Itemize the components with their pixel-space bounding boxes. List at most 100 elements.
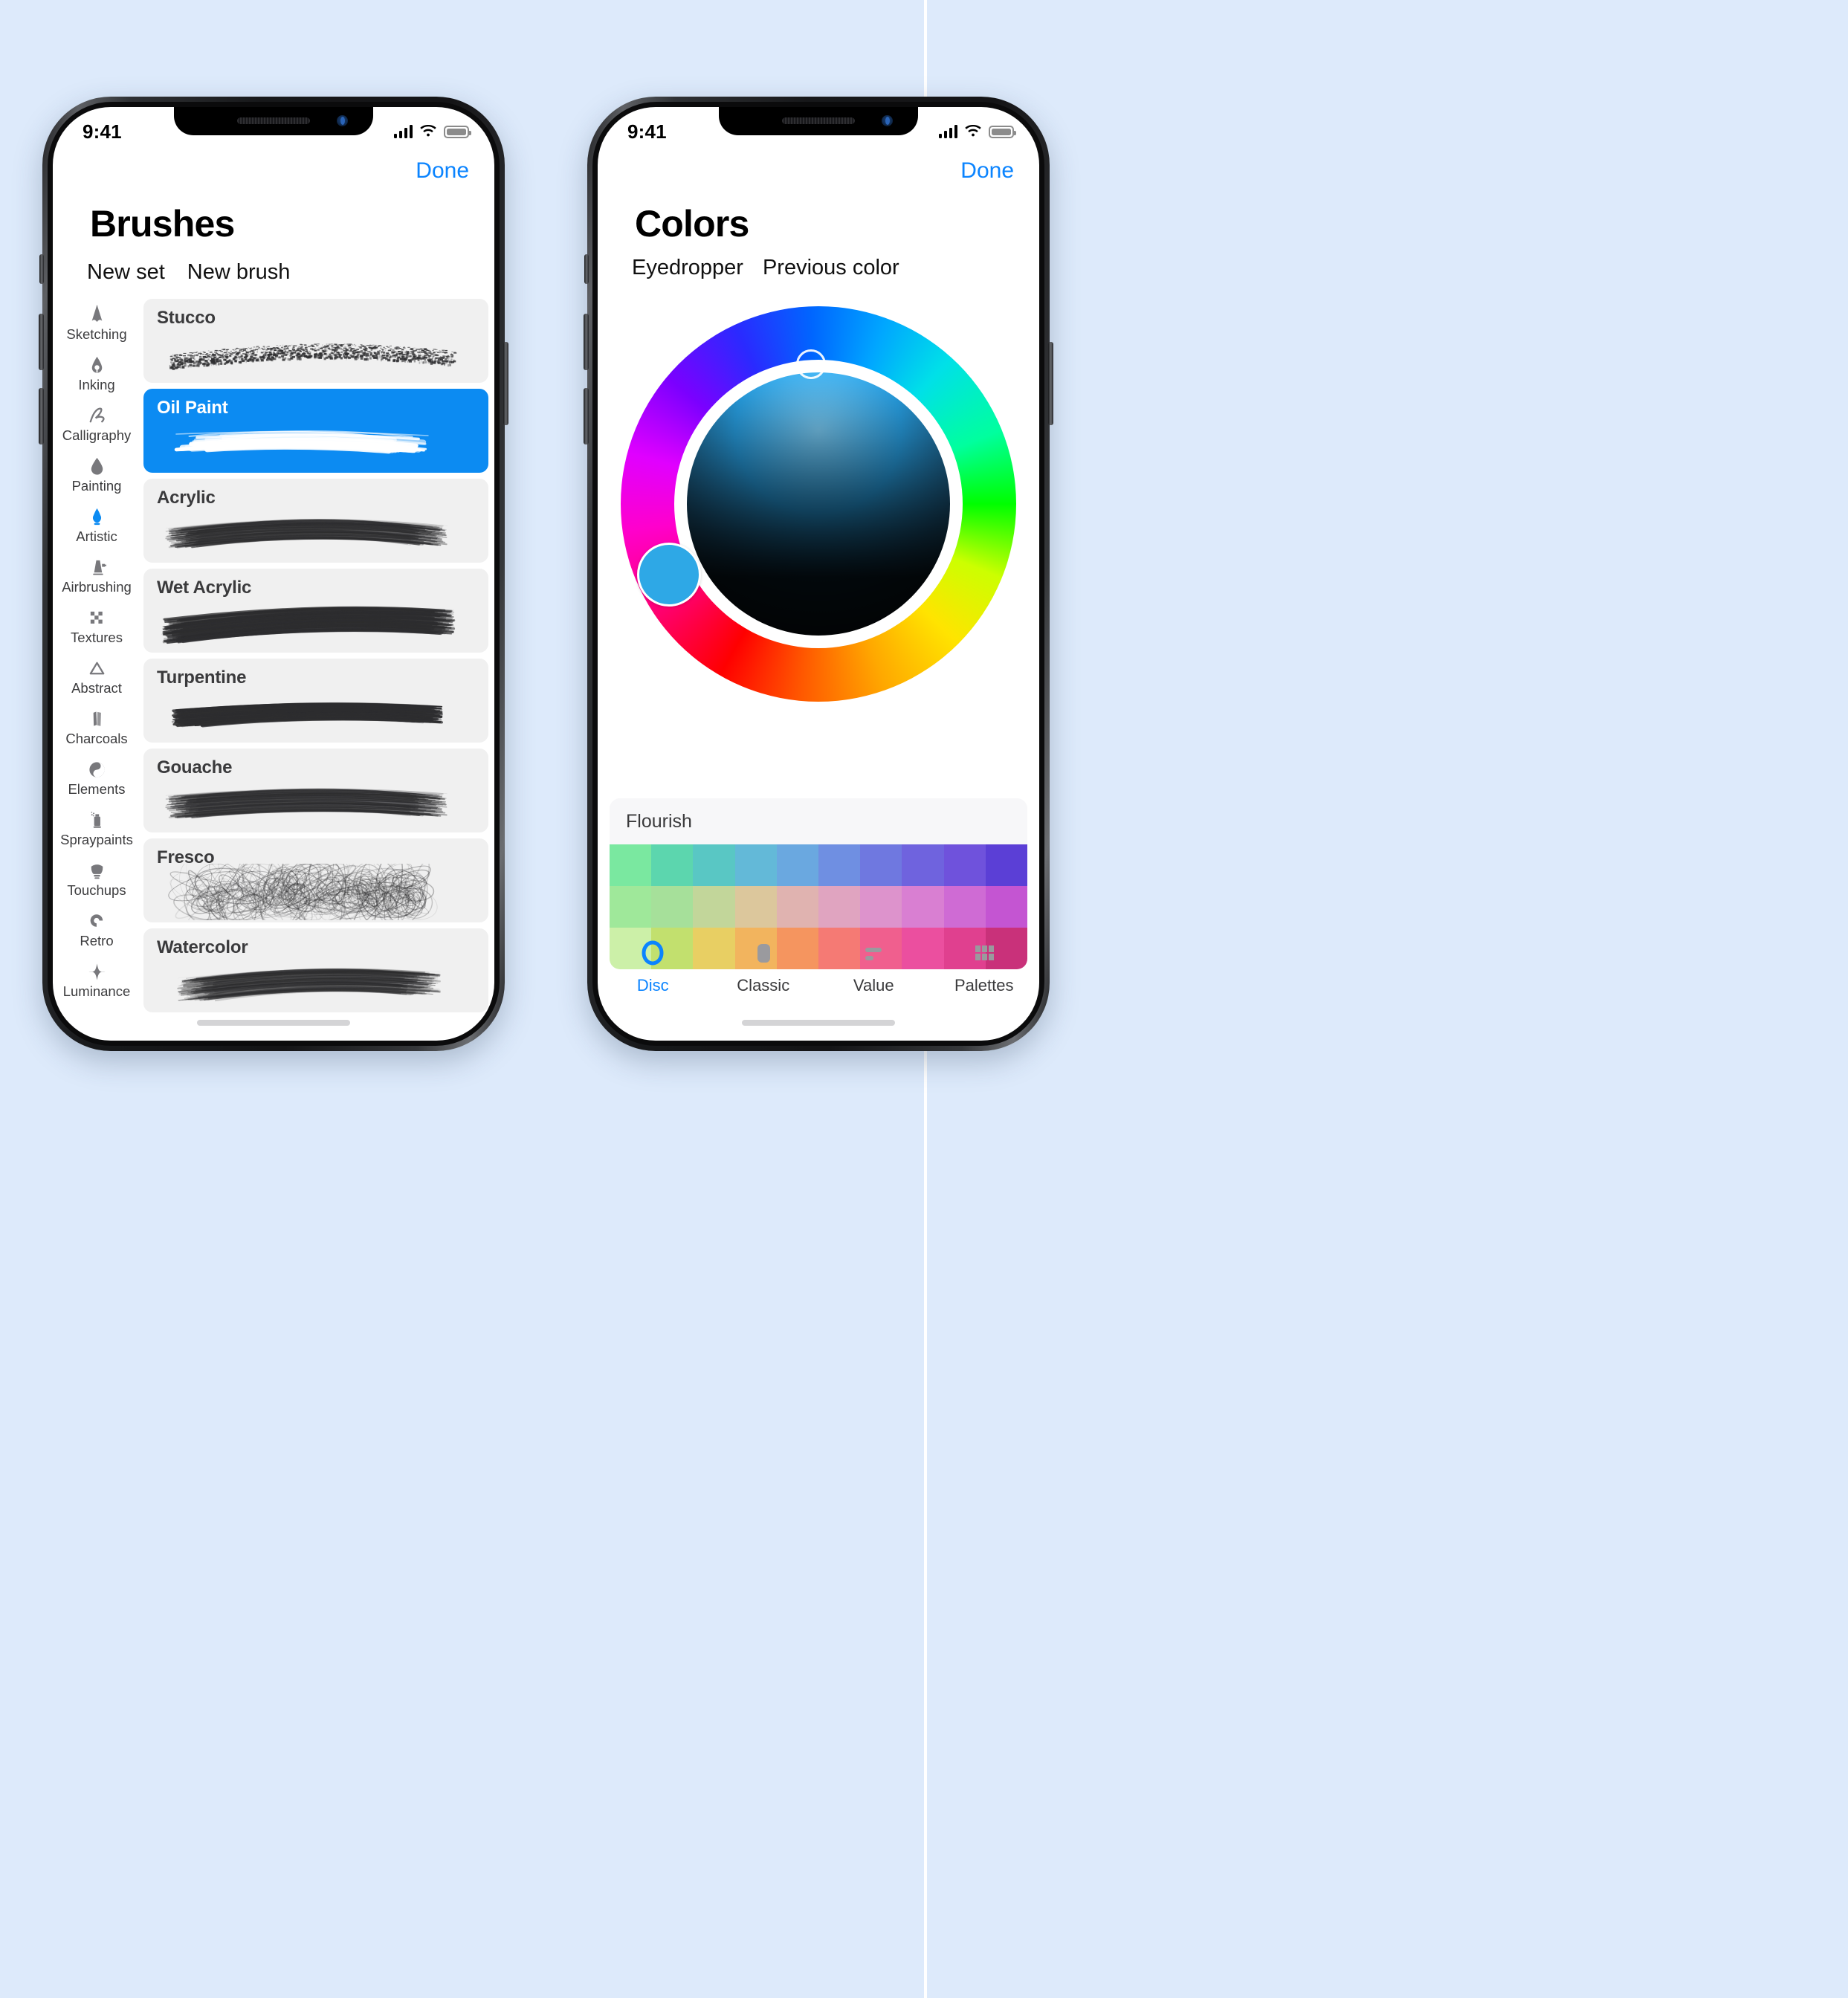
done-button[interactable]: Done xyxy=(960,158,1014,184)
power-button[interactable] xyxy=(1048,342,1053,425)
earpiece-speaker-icon xyxy=(237,117,310,124)
brush-category-painting[interactable]: Painting xyxy=(53,455,140,505)
brush-category-calligraphy[interactable]: Calligraphy xyxy=(53,404,140,455)
brush-category-elements[interactable]: Elements xyxy=(53,758,140,809)
brush-category-spraypaints[interactable]: Spraypaints xyxy=(53,809,140,859)
brush-card[interactable]: Wet Acrylic xyxy=(143,569,488,653)
brush-category-textures[interactable]: Textures xyxy=(53,607,140,657)
done-button[interactable]: Done xyxy=(416,158,469,184)
brush-card[interactable]: Turpentine xyxy=(143,659,488,743)
brush-category-touchups[interactable]: Touchups xyxy=(53,859,140,910)
brush-category-sketching[interactable]: Sketching xyxy=(53,303,140,354)
fan-brush-icon xyxy=(87,859,107,882)
brush-category-list[interactable]: Sketching Inking Calligraphy Painting Artist… xyxy=(53,299,140,1041)
status-icons xyxy=(393,124,471,138)
palette-swatch[interactable] xyxy=(943,886,986,928)
brush-category-label: Artistic xyxy=(76,528,117,544)
brushes-nav-bar: Done xyxy=(53,149,494,193)
palette-swatch[interactable] xyxy=(985,886,1027,928)
brush-category-label: Elements xyxy=(68,781,126,797)
volume-up-button[interactable] xyxy=(584,314,589,370)
brush-category-artistic[interactable]: Artistic xyxy=(53,505,140,556)
palette-swatch[interactable] xyxy=(943,844,986,886)
palette-swatch[interactable] xyxy=(818,886,861,928)
previous-color-button[interactable]: Previous color xyxy=(763,256,899,280)
phone-brushes: 9:41 Done Brushes New set New brush Sket… xyxy=(39,97,508,1051)
palette-swatch[interactable] xyxy=(610,886,652,928)
palette-swatch[interactable] xyxy=(693,886,735,928)
brush-list[interactable]: Stucco Oil Paint Acrylic Wet Acrylic Turpent… xyxy=(140,299,494,1041)
brush-card[interactable]: Gouache xyxy=(143,749,488,832)
brush-category-abstract[interactable]: Abstract xyxy=(53,657,140,708)
power-button[interactable] xyxy=(503,342,508,425)
brush-card[interactable]: Oil Paint xyxy=(143,389,488,473)
brush-category-luminance[interactable]: Luminance xyxy=(53,960,140,1011)
mute-switch[interactable] xyxy=(39,254,44,284)
hue-ring-handle[interactable] xyxy=(637,543,701,607)
palette-swatch[interactable] xyxy=(902,886,944,928)
brush-category-charcoals[interactable]: Charcoals xyxy=(53,708,140,758)
palette-swatch[interactable] xyxy=(860,844,902,886)
brush-card[interactable]: Fresco xyxy=(143,838,488,922)
saturation-value-disc[interactable] xyxy=(687,372,950,636)
earpiece-speaker-icon xyxy=(782,117,855,124)
volume-up-button[interactable] xyxy=(39,314,44,370)
home-indicator[interactable] xyxy=(742,1020,895,1026)
mute-switch[interactable] xyxy=(584,254,589,284)
brush-category-label: Inking xyxy=(78,377,115,392)
palette-swatch[interactable] xyxy=(734,844,777,886)
color-mode-tabbar[interactable]: Disc Classic Value Palettes xyxy=(598,925,1039,1008)
retro-swirl-icon xyxy=(87,910,107,932)
home-indicator[interactable] xyxy=(197,1020,350,1026)
saturation-value-handle[interactable] xyxy=(796,349,826,379)
brush-card[interactable]: Watercolor xyxy=(143,928,488,1012)
wifi-icon xyxy=(419,124,437,138)
eyedropper-button[interactable]: Eyedropper xyxy=(632,256,743,280)
brush-stroke-preview xyxy=(143,504,488,560)
color-wheel[interactable] xyxy=(621,306,1016,702)
brush-stroke-preview xyxy=(143,324,488,381)
palette-swatch[interactable] xyxy=(776,886,819,928)
brush-card[interactable]: Acrylic xyxy=(143,479,488,563)
colors-nav-bar: Done xyxy=(598,149,1039,193)
brush-stroke-preview xyxy=(143,774,488,830)
brushes-toolbar: New set New brush xyxy=(87,260,476,285)
notch xyxy=(174,107,373,135)
status-icons xyxy=(938,124,1016,138)
palette-swatch[interactable] xyxy=(610,844,652,886)
brush-category-label: Painting xyxy=(71,478,122,494)
tab-palettes[interactable]: Palettes xyxy=(929,937,1040,995)
palette-swatch[interactable] xyxy=(818,844,861,886)
palette-swatch[interactable] xyxy=(902,844,944,886)
status-time: 9:41 xyxy=(627,120,667,143)
palette-swatch[interactable] xyxy=(651,886,694,928)
new-set-button[interactable]: New set xyxy=(87,260,165,285)
brush-category-label: Retro xyxy=(80,933,114,948)
palette-swatch[interactable] xyxy=(734,886,777,928)
volume-down-button[interactable] xyxy=(584,388,589,444)
tab-label: Disc xyxy=(636,976,669,995)
brush-category-label: Spraypaints xyxy=(60,832,133,847)
palette-swatch[interactable] xyxy=(651,844,694,886)
brush-category-airbrushing[interactable]: Airbrushing xyxy=(53,556,140,607)
brush-category-retro[interactable]: Retro xyxy=(53,910,140,960)
yin-yang-icon xyxy=(87,758,107,780)
new-brush-button[interactable]: New brush xyxy=(187,260,291,285)
pencil-tip-icon xyxy=(87,303,107,326)
palette-swatch[interactable] xyxy=(693,844,735,886)
palette-swatch[interactable] xyxy=(776,844,819,886)
brushes-screen: 9:41 Done Brushes New set New brush Sket… xyxy=(53,107,494,1041)
brush-category-inking[interactable]: Inking xyxy=(53,354,140,404)
palette-swatch[interactable] xyxy=(985,844,1027,886)
tab-disc[interactable]: Disc xyxy=(598,937,708,995)
tab-classic[interactable]: Classic xyxy=(708,937,819,995)
volume-down-button[interactable] xyxy=(39,388,44,444)
palette-swatch[interactable] xyxy=(860,886,902,928)
brush-card[interactable]: Stucco xyxy=(143,299,488,383)
signal-bars-icon xyxy=(393,125,413,138)
page-title: Brushes xyxy=(90,203,235,245)
brushes-content: Sketching Inking Calligraphy Painting Artist… xyxy=(53,299,494,1041)
tab-value[interactable]: Value xyxy=(818,937,929,995)
brush-category-label: Airbrushing xyxy=(62,579,132,595)
notch xyxy=(719,107,918,135)
